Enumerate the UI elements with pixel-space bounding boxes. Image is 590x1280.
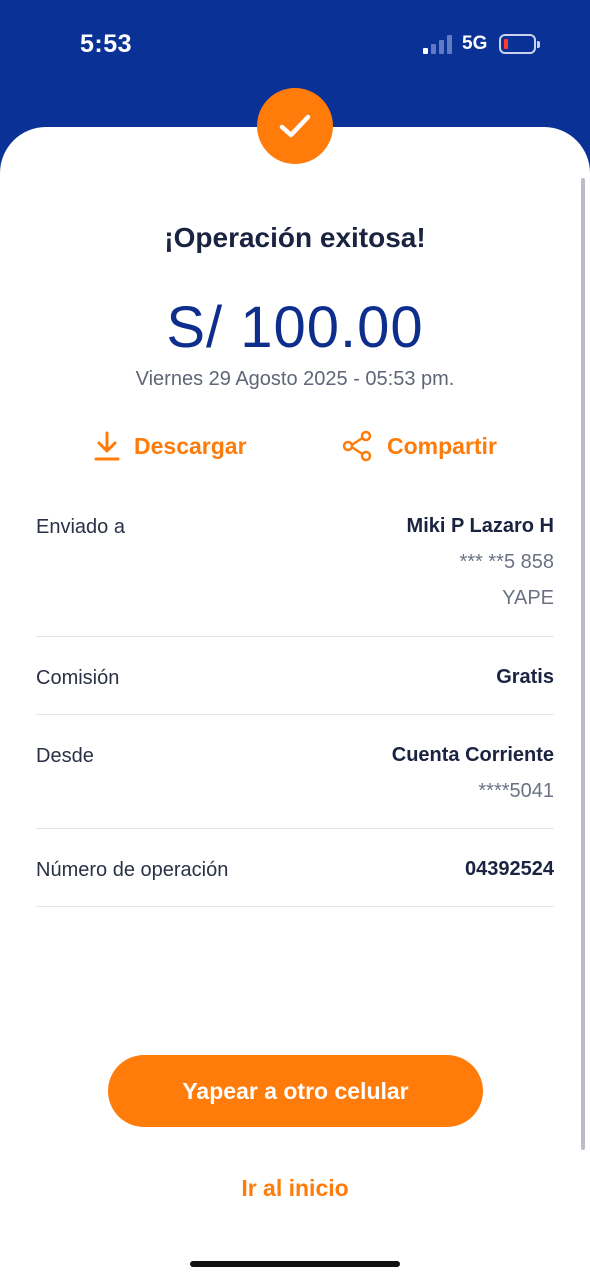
share-label: Compartir (387, 432, 497, 459)
from-values: Cuenta Corriente ****5041 (392, 743, 554, 803)
commission-label: Comisión (36, 667, 120, 689)
cellular-signal-icon (423, 34, 453, 54)
amount: S/ 100.00 (166, 295, 424, 360)
success-badge (257, 88, 333, 164)
detail-row-operation-number: Número de operación 04392524 (36, 829, 554, 907)
go-home-link[interactable]: Ir al inicio (0, 1175, 590, 1202)
source-account-number: ****5041 (478, 780, 554, 802)
operation-number: 04392524 (465, 858, 554, 880)
operation-datetime: Viernes 29 Agosto 2025 - 05:53 pm. (135, 368, 455, 390)
battery-icon (499, 34, 540, 54)
share-button[interactable]: Compartir (341, 428, 497, 464)
sent-to-values: Miki P Lazaro H *** **5 858 YAPE (407, 514, 554, 610)
detail-row-sent-to: Enviado a Miki P Lazaro H *** **5 858 YA… (36, 500, 554, 637)
detail-row-commission: Comisión Gratis (36, 637, 554, 715)
send-to-another-phone-button[interactable]: Yapear a otro celular (108, 1055, 483, 1127)
download-button[interactable]: Descargar (94, 428, 247, 464)
network-type: 5G (462, 33, 488, 54)
page-title: ¡Operación exitosa! (164, 222, 426, 253)
recipient-phone: *** **5 858 (459, 551, 554, 573)
status-bar: 5:53 5G (0, 0, 590, 90)
download-label: Descargar (134, 432, 247, 459)
status-time: 5:53 (80, 30, 133, 58)
scrollbar[interactable] (581, 178, 585, 1150)
sent-to-label: Enviado a (36, 516, 125, 538)
screen: 5:53 5G ¡Operación exitosa! S/ 100.00 Vi… (0, 0, 590, 1280)
detail-row-from: Desde Cuenta Corriente ****5041 (36, 715, 554, 829)
recipient-destination: YAPE (502, 587, 554, 609)
check-icon (279, 114, 311, 138)
recipient-name: Miki P Lazaro H (406, 515, 554, 537)
commission-values: Gratis (496, 665, 554, 689)
operation-details: Enviado a Miki P Lazaro H *** **5 858 YA… (36, 500, 554, 907)
operation-number-values: 04392524 (465, 857, 554, 881)
from-label: Desde (36, 745, 94, 767)
download-icon (94, 431, 120, 461)
operation-number-label: Número de operación (36, 859, 229, 881)
home-indicator[interactable] (190, 1261, 400, 1267)
commission-value: Gratis (496, 666, 554, 688)
share-icon (342, 430, 372, 462)
source-account-type: Cuenta Corriente (391, 744, 554, 766)
